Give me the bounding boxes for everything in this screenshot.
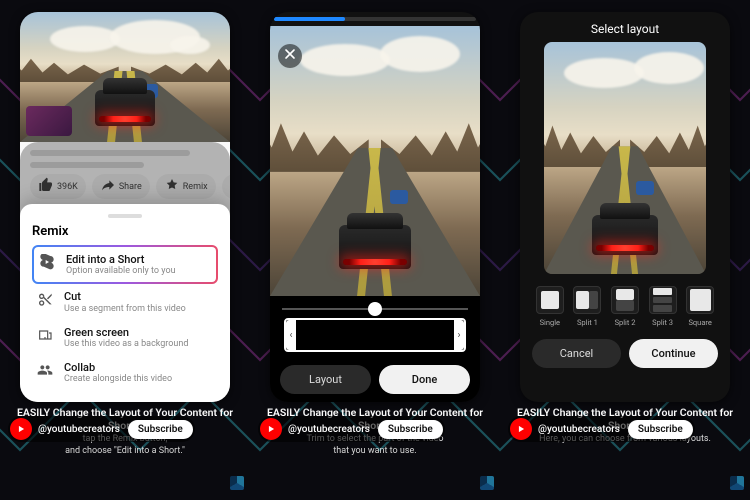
layout-label: Square [688,318,711,327]
trim-timeline[interactable]: ‹ › [284,318,466,352]
layout-options-row: Single Split 1 Split 2 Split 3 Square [520,274,730,333]
share-icon [100,177,116,196]
channel-subscribe-pill: @youtubecreators Subscribe [258,416,445,442]
remix-option-edit-short[interactable]: Edit into a Short Option available only … [32,245,218,284]
green-screen-icon [36,326,54,344]
panel-trim: ‹ › Layout Done @youtubecreators Subscri… [250,0,500,500]
option-subtitle: Option available only to you [66,266,176,276]
remix-chip[interactable]: Remix [156,174,216,199]
video-player-area [20,12,230,142]
phone-frame: 396K Share Remix [20,12,230,402]
layout-button[interactable]: Layout [280,365,371,394]
slider-knob[interactable] [368,302,382,316]
layout-preview [544,42,706,274]
progress-bar[interactable] [274,17,476,21]
youtube-logo-icon [10,418,32,440]
layout-label: Split 1 [577,318,598,327]
panel-select-layout: Select layout Single [500,0,750,500]
shorts-icon [38,253,56,271]
channel-handle: @youtubecreators [38,424,120,435]
layout-option-single[interactable]: Single [534,286,566,327]
watermark-icon [730,476,744,490]
option-title: Collab [64,361,172,374]
zoom-slider[interactable] [282,308,468,310]
layout-option-split2[interactable]: Split 2 [609,286,641,327]
youtube-logo-icon [510,418,532,440]
channel-subscribe-pill: @youtubecreators Subscribe [508,416,695,442]
remix-option-cut[interactable]: Cut Use a segment from this video [32,284,218,319]
channel-handle: @youtubecreators [288,424,370,435]
option-title: Green screen [64,326,188,339]
picture-in-picture-thumbnail [26,106,72,136]
panel-remix-sheet: 396K Share Remix [0,0,250,500]
phone-frame: Select layout Single [520,12,730,402]
option-subtitle: Create alongside this video [64,374,172,384]
layout-option-split3[interactable]: Split 3 [647,286,679,327]
channel-handle: @youtubecreators [538,424,620,435]
youtube-logo-icon [260,418,282,440]
share-chip[interactable]: Share [92,174,150,199]
done-button[interactable]: Done [379,365,470,394]
sheet-drag-handle[interactable] [108,214,142,218]
close-button[interactable] [278,44,302,68]
remix-icon [164,177,180,196]
thumbs-up-icon [38,177,54,196]
subscribe-button[interactable]: Subscribe [378,420,443,439]
watermark-icon [480,476,494,490]
option-title: Edit into a Short [66,253,176,266]
caption-line: and choose "Edit into a Short." [8,446,242,458]
layout-label: Split 2 [615,318,636,327]
remix-option-collab[interactable]: Collab Create alongside this video [32,355,218,390]
cut-icon [36,290,54,308]
share-label: Share [119,182,142,192]
remix-label: Remix [183,182,208,192]
like-count: 396K [57,182,78,192]
option-title: Cut [64,290,186,303]
sheet-title: Remix [32,224,218,239]
remix-option-green-screen[interactable]: Green screen Use this video as a backgro… [32,320,218,355]
like-chip[interactable]: 396K [30,174,86,199]
action-chip-row: 396K Share Remix [30,174,220,199]
trim-handle-right[interactable]: › [454,320,464,350]
select-layout-title: Select layout [520,12,730,42]
option-subtitle: Use this video as a background [64,339,188,349]
close-icon [282,46,298,66]
option-subtitle: Use a segment from this video [64,304,186,314]
subscribe-button[interactable]: Subscribe [128,420,193,439]
collab-icon [36,361,54,379]
layout-option-square[interactable]: Square [684,286,716,327]
remix-bottom-sheet: Remix Edit into a Short Option available… [20,204,230,402]
layout-option-split1[interactable]: Split 1 [572,286,604,327]
channel-subscribe-pill: @youtubecreators Subscribe [8,416,195,442]
continue-button[interactable]: Continue [629,339,718,368]
layout-label: Single [540,318,560,327]
subscribe-button[interactable]: Subscribe [628,420,693,439]
download-chip[interactable]: Down [222,174,230,199]
layout-label: Split 3 [652,318,673,327]
watermark-icon [230,476,244,490]
phone-frame: ‹ › Layout Done [270,12,480,402]
caption-line: that you want to use. [258,446,492,458]
cancel-button[interactable]: Cancel [532,339,621,368]
